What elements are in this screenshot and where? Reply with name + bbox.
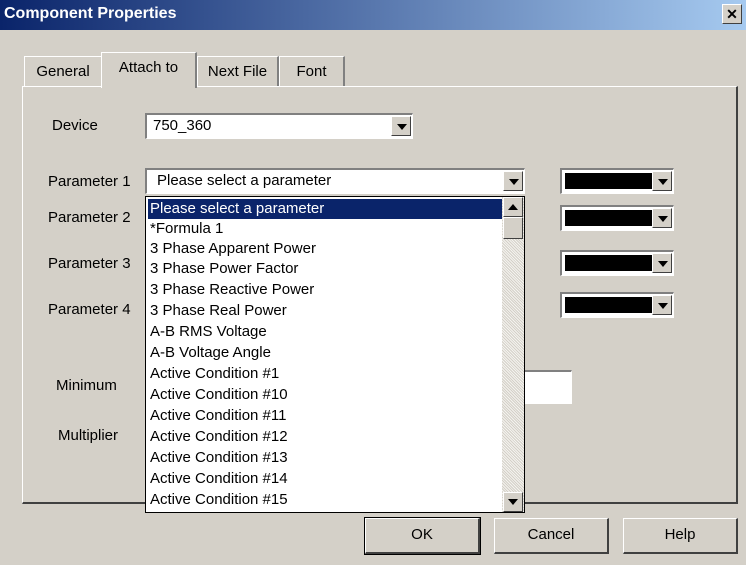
window-title: Component Properties [4,5,177,22]
scroll-down-button[interactable] [503,492,523,512]
chevron-down-icon [658,216,668,222]
maximum-input[interactable] [520,370,572,404]
cancel-button[interactable]: Cancel [494,518,609,554]
list-item[interactable]: Active Condition #1 [148,364,503,384]
tab-label: Next File [207,63,268,80]
list-item[interactable]: Active Condition #12 [148,427,503,447]
close-icon: ✕ [726,6,738,22]
list-item[interactable]: Please select a parameter [148,199,503,219]
list-scrollbar[interactable] [502,197,524,512]
device-dropdown-button[interactable] [391,116,411,136]
minimum-label: Minimum [56,377,117,394]
chevron-down-icon [658,179,668,185]
parameter-1-color-picker[interactable] [560,168,674,194]
device-select[interactable]: 750_360 [145,113,413,139]
device-label: Device [52,117,98,134]
chevron-down-icon [509,179,519,185]
color-swatch [565,173,653,189]
ok-button[interactable]: OK [364,517,481,555]
parameter-1-select[interactable]: Please select a parameter [145,168,525,194]
parameter-4-label: Parameter 4 [48,301,131,318]
chevron-down-icon [658,303,668,309]
list-item[interactable]: 3 Phase Power Factor [148,259,503,279]
scroll-thumb[interactable] [503,217,523,239]
list-item[interactable]: Active Condition #13 [148,448,503,468]
color-swatch [565,255,653,271]
parameter-1-dropdown-button[interactable] [503,171,523,191]
color-dropdown-button[interactable] [652,208,672,228]
parameter-3-label: Parameter 3 [48,255,131,272]
parameter-4-color-picker[interactable] [560,292,674,318]
tab-label: General [36,63,90,80]
list-item[interactable]: Active Condition #11 [148,406,503,426]
list-item[interactable]: Active Condition #15 [148,490,503,510]
scroll-up-button[interactable] [503,197,523,217]
close-button[interactable]: ✕ [722,4,742,24]
list-item[interactable]: 3 Phase Apparent Power [148,239,503,259]
color-swatch [565,297,653,313]
list-item[interactable]: Active Condition #10 [148,385,503,405]
color-dropdown-button[interactable] [652,171,672,191]
color-dropdown-button[interactable] [652,295,672,315]
chevron-up-icon [508,204,518,210]
list-item[interactable]: A-B Voltage Angle [148,343,503,363]
list-item[interactable]: *Formula 1 [148,219,503,239]
help-button[interactable]: Help [623,518,738,554]
parameter-dropdown-list[interactable]: Please select a parameter *Formula 1 3 P… [145,196,525,513]
color-dropdown-button[interactable] [652,253,672,273]
color-swatch [565,210,653,226]
tab-next-file[interactable]: Next File [197,56,279,86]
tab-label: Font [296,63,327,80]
parameter-3-color-picker[interactable] [560,250,674,276]
chevron-down-icon [658,261,668,267]
component-properties-dialog: Component Properties ✕ General Attach to… [0,0,746,565]
parameter-1-label: Parameter 1 [48,173,131,190]
chevron-down-icon [508,499,518,505]
parameter-2-color-picker[interactable] [560,205,674,231]
device-value: 750_360 [153,117,212,134]
parameter-2-label: Parameter 2 [48,209,131,226]
list-item[interactable]: 3 Phase Reactive Power [148,280,503,300]
tab-general[interactable]: General [24,56,103,86]
multiplier-label: Multiplier [58,427,119,444]
tab-font[interactable]: Font [279,56,345,86]
parameter-1-value: Please select a parameter [157,172,332,189]
chevron-down-icon [397,124,407,130]
tab-label: Attach to [118,59,179,76]
title-bar[interactable]: Component Properties ✕ [0,0,746,30]
list-item[interactable]: Active Condition #14 [148,469,503,489]
list-item[interactable]: A-B RMS Voltage [148,322,503,342]
list-item[interactable]: 3 Phase Real Power [148,301,503,321]
tab-attach-to[interactable]: Attach to [101,52,197,88]
